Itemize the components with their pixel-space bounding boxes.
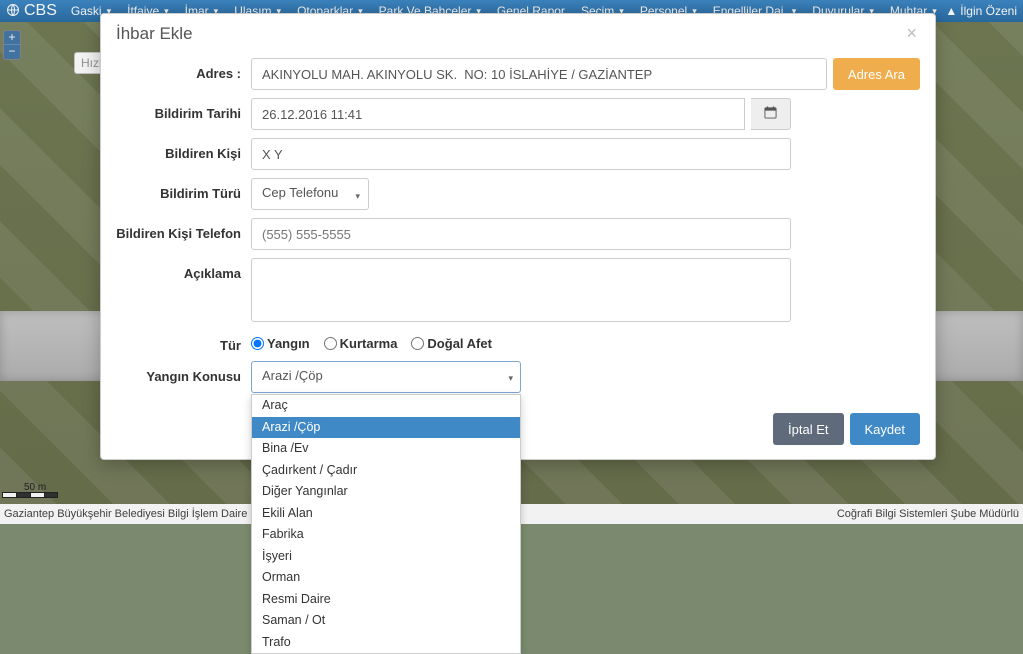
label-tarih: Bildirim Tarihi — [116, 98, 251, 121]
bildirim-turu-select[interactable]: Cep Telefonu ▾ — [251, 178, 369, 210]
chevron-down-icon: ▾ — [355, 191, 360, 202]
konu-option[interactable]: İşyeri — [252, 546, 520, 568]
konu-option[interactable]: Saman / Ot — [252, 610, 520, 632]
konu-option[interactable]: Orman — [252, 567, 520, 589]
yangin-konusu-select[interactable]: Arazi /Çöp ▾ AraçArazi /ÇöpBina /EvÇadır… — [251, 361, 521, 393]
ihbar-ekle-modal: × İhbar Ekle Adres : Adres Ara Bildirim … — [100, 13, 936, 460]
iptal-button[interactable]: İptal Et — [773, 413, 843, 445]
bildiren-kisi-input[interactable] — [251, 138, 791, 170]
bildirim-turu-value: Cep Telefonu — [262, 185, 338, 200]
label-turu: Bildirim Türü — [116, 178, 251, 201]
adres-ara-button[interactable]: Adres Ara — [833, 58, 920, 90]
close-icon[interactable]: × — [900, 22, 923, 45]
modal-body: Adres : Adres Ara Bildirim Tarihi Bildir… — [101, 52, 935, 403]
label-aciklama: Açıklama — [116, 258, 251, 281]
label-adres: Adres : — [116, 58, 251, 81]
yangin-konusu-value: Arazi /Çöp — [251, 361, 521, 393]
konu-option[interactable]: Bina /Ev — [252, 438, 520, 460]
konu-option[interactable]: Trafo — [252, 632, 520, 654]
konu-option[interactable]: Arazi /Çöp — [252, 417, 520, 439]
konu-option[interactable]: Resmi Daire — [252, 589, 520, 611]
radio-yangin[interactable]: Yangın — [251, 336, 310, 351]
yangin-konusu-dropdown: AraçArazi /ÇöpBina /EvÇadırkent / ÇadırD… — [251, 394, 521, 654]
modal-title: İhbar Ekle — [101, 14, 935, 52]
aciklama-textarea[interactable] — [251, 258, 791, 322]
label-tur: Tür — [116, 330, 251, 353]
konu-option[interactable]: Diğer Yangınlar — [252, 481, 520, 503]
label-konu: Yangın Konusu — [116, 361, 251, 384]
calendar-icon — [764, 106, 777, 122]
label-kisi: Bildiren Kişi — [116, 138, 251, 161]
chevron-down-icon: ▾ — [508, 373, 513, 384]
telefon-input[interactable] — [251, 218, 791, 250]
radio-afet[interactable]: Doğal Afet — [411, 336, 492, 351]
radio-kurtarma[interactable]: Kurtarma — [324, 336, 398, 351]
konu-option[interactable]: Ekili Alan — [252, 503, 520, 525]
konu-option[interactable]: Araç — [252, 395, 520, 417]
konu-option[interactable]: Çadırkent / Çadır — [252, 460, 520, 482]
kaydet-button[interactable]: Kaydet — [850, 413, 920, 445]
label-telefon: Bildiren Kişi Telefon — [116, 218, 251, 241]
konu-option[interactable]: Fabrika — [252, 524, 520, 546]
calendar-button[interactable] — [751, 98, 791, 130]
tur-radio-group: Yangın Kurtarma Doğal Afet — [251, 330, 492, 351]
adres-input[interactable] — [251, 58, 827, 90]
tarih-input[interactable] — [251, 98, 745, 130]
